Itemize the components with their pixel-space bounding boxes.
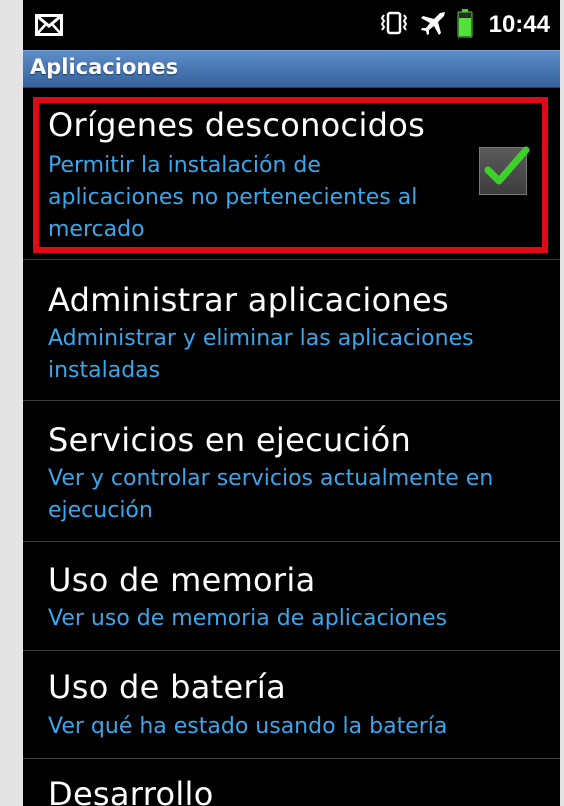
screen-title: Aplicaciones <box>30 55 179 79</box>
mail-icon <box>35 14 63 40</box>
status-bar: 10:44 <box>23 0 560 50</box>
airplane-icon <box>419 9 447 41</box>
screen-title-bar: Aplicaciones <box>23 50 560 88</box>
unknown-sources-checkbox[interactable] <box>479 146 530 195</box>
setting-title: Desarrollo <box>48 775 214 806</box>
setting-title: Administrar aplicaciones <box>48 281 449 319</box>
setting-development[interactable]: Desarrollo <box>23 759 560 806</box>
setting-title: Uso de memoria <box>48 561 316 599</box>
setting-title: Servicios en ejecución <box>48 421 412 459</box>
phone-screen: 10:44 Aplicaciones Orígenes desconocidos… <box>23 0 560 806</box>
setting-summary: Administrar y eliminar las aplicaciones … <box>48 326 474 383</box>
setting-summary: Ver qué ha estado usando la batería <box>48 714 448 739</box>
setting-summary: Permitir la instalación de aplicaciones … <box>48 153 418 242</box>
check-icon <box>484 146 530 185</box>
setting-manage-applications[interactable]: Administrar aplicaciones Administrar y e… <box>23 260 560 401</box>
setting-title: Orígenes desconocidos <box>48 106 426 144</box>
clock: 10:44 <box>488 11 550 38</box>
setting-battery-usage[interactable]: Uso de batería Ver qué ha estado usando … <box>23 651 560 759</box>
setting-running-services[interactable]: Servicios en ejecución Ver y controlar s… <box>23 401 560 542</box>
vibrate-icon <box>379 10 409 40</box>
setting-title: Uso de batería <box>48 668 287 706</box>
setting-summary: Ver y controlar servicios actualmente en… <box>48 466 494 523</box>
battery-icon <box>457 8 473 42</box>
setting-memory-usage[interactable]: Uso de memoria Ver uso de memoria de apl… <box>23 542 560 651</box>
setting-summary: Ver uso de memoria de aplicaciones <box>48 606 448 631</box>
status-icons: 10:44 <box>379 8 550 42</box>
